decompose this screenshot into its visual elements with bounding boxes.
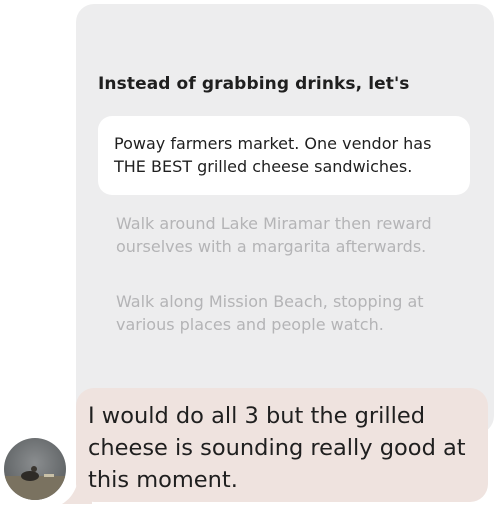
prompt-card: Instead of grabbing drinks, let's Poway … xyxy=(76,4,494,434)
reply-bubble: I would do all 3 but the grilled cheese … xyxy=(76,388,488,502)
avatar-photo xyxy=(4,438,66,500)
prompt-option[interactable]: Walk along Mission Beach, stopping at va… xyxy=(98,290,470,336)
prompt-heading: Instead of grabbing drinks, let's xyxy=(98,74,410,94)
prompt-option[interactable]: Walk around Lake Miramar then reward our… xyxy=(98,212,470,258)
reply-message: I would do all 3 but the grilled cheese … xyxy=(88,403,466,493)
prompt-option-selected[interactable]: Poway farmers market. One vendor has THE… xyxy=(98,116,470,195)
prompt-option-text: Walk around Lake Miramar then reward our… xyxy=(116,214,432,256)
prompt-option-text: Walk along Mission Beach, stopping at va… xyxy=(116,292,424,334)
chat-view: Instead of grabbing drinks, let's Poway … xyxy=(0,0,500,508)
avatar[interactable] xyxy=(4,438,66,500)
prompt-option-text: Poway farmers market. One vendor has THE… xyxy=(114,134,432,176)
